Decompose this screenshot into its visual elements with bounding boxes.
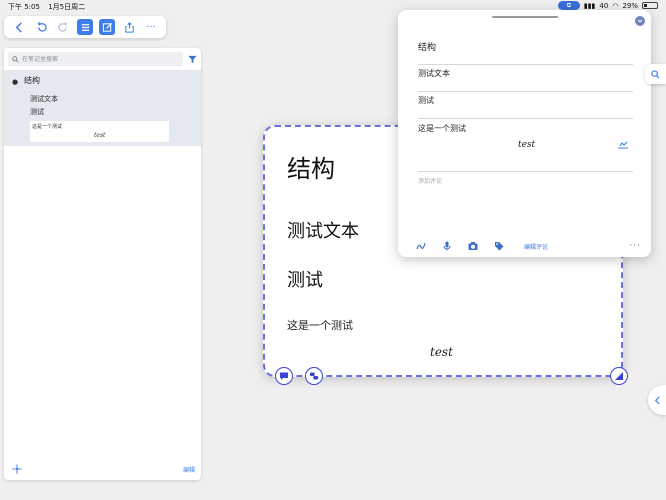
card-body-text: 这是一个测试 [287,319,353,332]
popup-action-bar: 编辑评论 ··· [398,235,651,257]
chevron-left-icon [654,396,660,404]
collapse-button[interactable] [635,16,645,26]
tag-icon [495,242,504,251]
share-icon [124,21,134,33]
side-search-button[interactable] [645,64,666,84]
search-row [8,52,197,66]
sidebar-edit-button[interactable]: 编辑 [183,465,195,474]
popup-field-4[interactable]: 这是一个测试 test [418,120,633,172]
battery-label: 29% [622,1,638,10]
cellular-icon: ▮▮▮ [583,1,596,10]
battery-fill [644,4,648,7]
popup-title-field[interactable]: 结构 [418,38,633,65]
status-bar-right: ⧉ ▮▮▮ 40 ◠ 29% [557,1,658,10]
outline-selected-node[interactable]: ● 结构 测试文本 测试 这是一个测试 test [4,70,201,146]
edit-icon [102,22,112,32]
comment-button[interactable] [275,367,293,385]
comment-icon [280,372,288,380]
outline-item-1[interactable]: 测试文本 [30,94,58,104]
camera-icon [468,242,478,250]
outline-title: 结构 [24,76,40,85]
node-detail-popup: 结构 测试文本 测试 这是一个测试 test 添加评论 编辑评论 ··· [398,10,651,257]
outline-card-preview[interactable]: 这是一个测试 test [30,121,169,142]
signal-label: 40 [599,1,609,10]
status-time: 下午 5:05 [8,3,40,11]
filter-button[interactable] [183,52,197,66]
top-toolbar: ··· [4,16,166,38]
filter-icon [188,55,197,63]
outline-button[interactable] [77,19,93,35]
popup-title-text: 结构 [418,43,437,53]
status-date: 1月5日周二 [48,3,86,11]
card-title: 结构 [287,155,335,183]
popup-field-4-text: 这是一个测试 [418,124,466,133]
list-icon [81,23,89,31]
search-icon [12,55,19,63]
outline-sidebar: ● 结构 测试文本 测试 这是一个测试 test 编辑 [4,48,201,480]
undo-icon [36,21,47,32]
resize-handle[interactable] [610,367,628,385]
pen-scribble-icon [416,242,426,250]
back-button[interactable] [11,19,27,35]
popup-field-4-math: test [518,140,536,150]
add-node-icon[interactable] [12,464,22,474]
search-box[interactable] [8,52,183,66]
chevron-down-icon [637,19,643,23]
resize-icon [615,372,623,380]
handwriting-icon[interactable] [617,140,629,150]
camera-button[interactable] [460,239,486,253]
share-button[interactable] [121,19,137,35]
bullet-icon: ● [12,78,19,86]
link-button[interactable] [305,367,323,385]
redo-button[interactable] [55,19,71,35]
redo-icon [57,21,68,32]
outline-card-text: 这是一个测试 [32,124,63,130]
battery-icon [642,2,658,9]
popup-field-2[interactable]: 测试文本 [418,66,633,92]
card-math: test [430,345,453,359]
add-comment-placeholder[interactable]: 添加评论 [418,176,442,185]
link-icon [309,372,319,380]
card-subheading-2: 测试 [287,270,323,291]
undo-button[interactable] [33,19,49,35]
search-icon [651,69,660,79]
popup-field-3-text: 测试 [418,96,434,105]
edit-button[interactable] [99,19,115,35]
popup-field-3[interactable]: 测试 [418,93,633,119]
search-input[interactable] [22,55,162,63]
more-icon: ··· [146,21,156,33]
popup-field-2-text: 测试文本 [418,69,450,78]
side-expand-button[interactable] [648,385,666,415]
wifi-icon: ◠ [612,1,619,10]
popup-more-button[interactable]: ··· [629,241,641,251]
status-bar-left: 下午 5:05 1月5日周二 [8,2,85,12]
tag-button[interactable] [486,239,512,253]
card-subheading-1: 测试文本 [287,221,359,242]
screen-mirror-icon: ⧉ [557,1,580,10]
handwrite-button[interactable] [408,239,434,253]
drag-handle[interactable] [492,16,558,18]
more-button[interactable]: ··· [143,19,159,35]
outline-card-math: test [94,132,106,139]
edit-comment-button[interactable]: 编辑评论 [524,242,548,251]
outline-item-2[interactable]: 测试 [30,107,44,117]
microphone-icon [443,241,451,251]
chevron-left-icon [15,21,22,33]
voice-button[interactable] [434,239,460,253]
